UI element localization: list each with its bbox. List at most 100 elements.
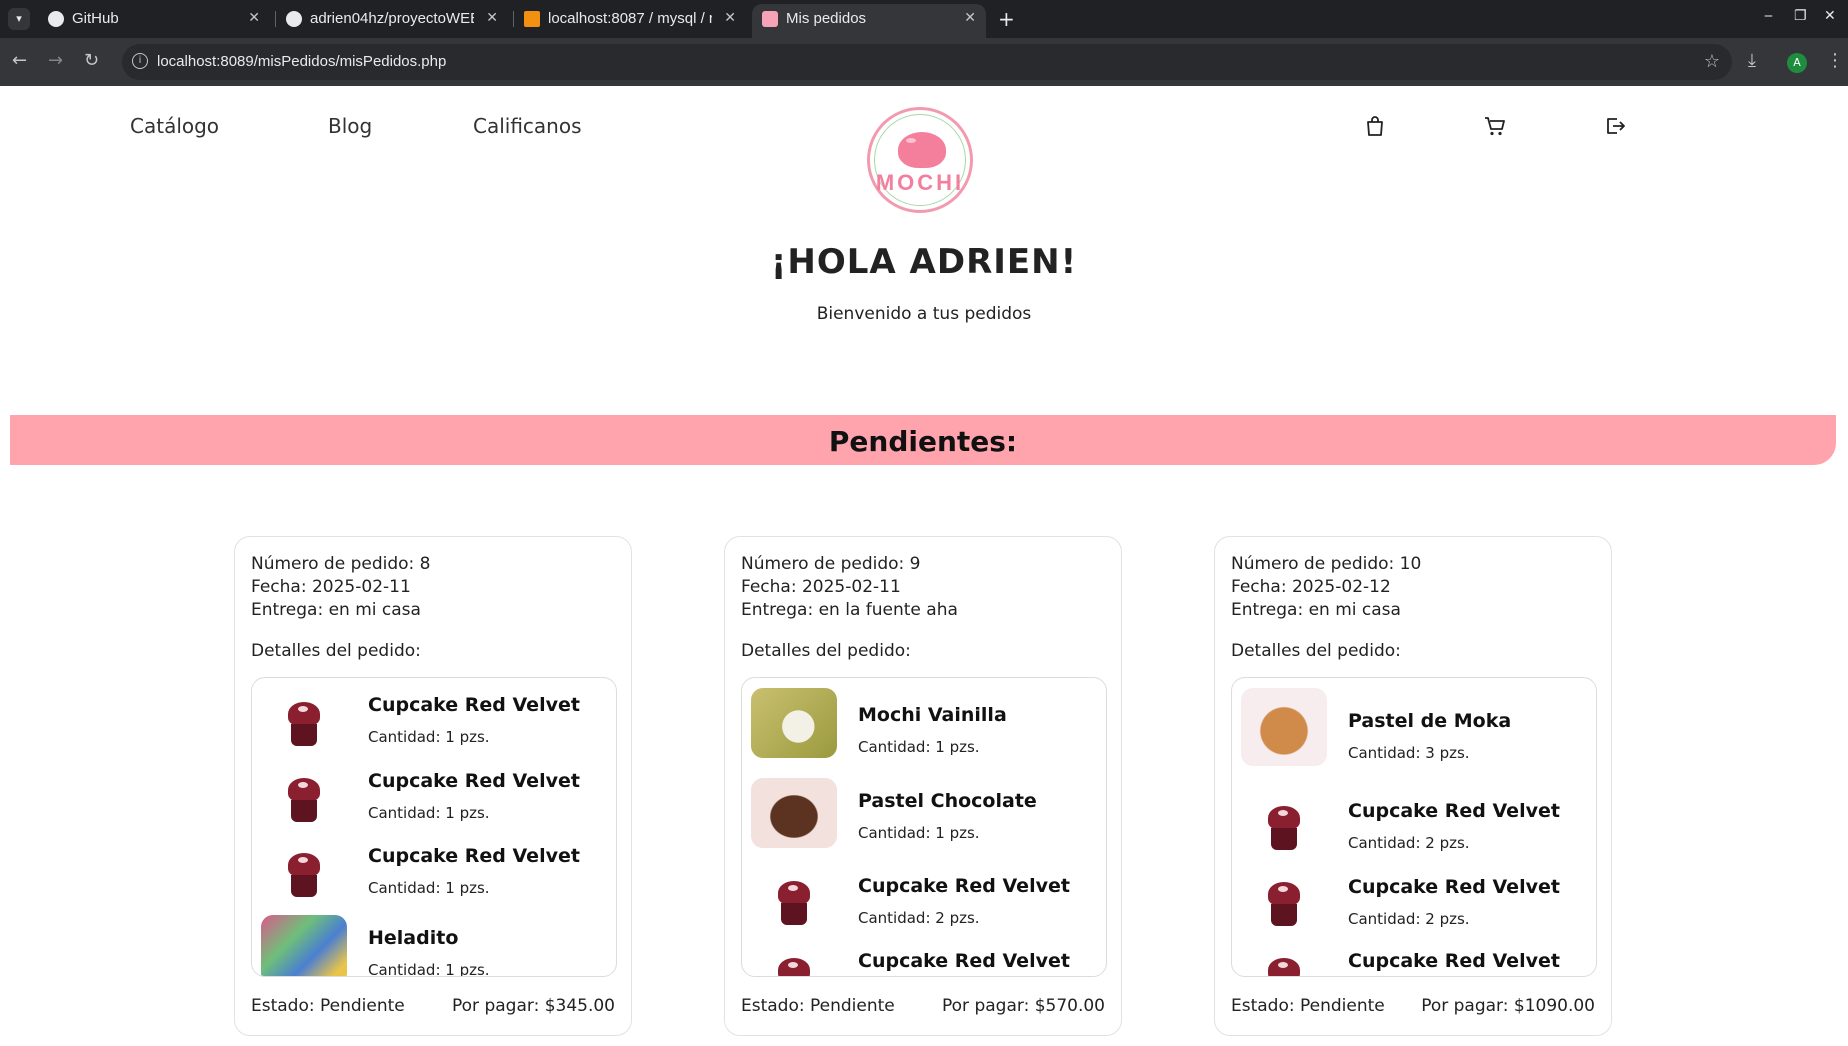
order-card: Número de pedido: 10 Fecha: 2025-02-12 E…	[1214, 536, 1612, 1036]
order-number: Número de pedido: 8	[251, 554, 431, 574]
order-meta: Número de pedido: 8 Fecha: 2025-02-11 En…	[251, 553, 431, 622]
cupcake-red-velvet-image	[751, 946, 837, 976]
heladito-image	[261, 915, 347, 976]
cupcake-red-velvet-image	[1241, 794, 1327, 864]
profile-avatar[interactable]: A	[1787, 53, 1807, 73]
item-quantity: Cantidad: 2 pzs.	[1348, 910, 1470, 928]
tab-github[interactable]: GitHub ✕	[38, 0, 270, 38]
cupcake-red-velvet-image	[1241, 946, 1327, 976]
item-quantity: Cantidad: 1 pzs.	[368, 804, 490, 822]
close-tab-icon[interactable]: ✕	[248, 9, 260, 26]
order-item: Heladito Cantidad: 1 pzs.	[252, 915, 616, 977]
close-tab-icon[interactable]: ✕	[964, 9, 976, 26]
item-name: Cupcake Red Velvet	[368, 770, 580, 792]
close-window-icon[interactable]: ✕	[1824, 8, 1836, 24]
tab-repo[interactable]: adrien04hz/proyectoWEB ✕	[276, 0, 508, 38]
order-to-pay: Por pagar: $1090.00	[1421, 996, 1595, 1016]
mochi-face-icon	[898, 132, 946, 168]
item-name: Mochi Vainilla	[858, 704, 1007, 726]
item-name: Pastel de Moka	[1348, 710, 1512, 732]
order-item: Cupcake Red Velvet Cantidad: 2 pzs.	[742, 863, 1106, 933]
cupcake-red-velvet-image	[751, 869, 837, 939]
order-item: Mochi Vainilla Cantidad: 1 pzs.	[742, 688, 1106, 758]
order-status: Estado: Pendiente	[1231, 996, 1385, 1016]
item-name: Cupcake Red Velvet	[858, 875, 1070, 897]
github-icon	[48, 11, 64, 27]
logout-icon[interactable]	[1603, 114, 1627, 138]
bookmark-star-icon[interactable]: ☆	[1704, 51, 1720, 72]
item-quantity: Cantidad: 1 pzs.	[858, 824, 980, 842]
download-icon[interactable]: ⤓	[1748, 50, 1756, 71]
item-quantity: Cantidad: 1 pzs.	[368, 879, 490, 897]
order-item: Pastel de Moka Cantidad: 3 pzs.	[1232, 688, 1596, 766]
new-tab-plus-icon[interactable]: +	[998, 7, 1015, 31]
order-number: Número de pedido: 9	[741, 554, 921, 574]
order-item: Pastel Chocolate Cantidad: 1 pzs.	[742, 778, 1106, 848]
close-tab-icon[interactable]: ✕	[724, 9, 736, 26]
item-name: Cupcake Red Velvet	[1348, 950, 1560, 972]
tab-phpmyadmin[interactable]: localhost:8087 / mysql / r ✕	[514, 0, 746, 38]
order-status: Estado: Pendiente	[251, 996, 405, 1016]
order-delivery: Entrega: en mi casa	[1231, 600, 1401, 620]
order-items-list[interactable]: Mochi Vainilla Cantidad: 1 pzs. Pastel C…	[741, 677, 1107, 977]
mochi-favicon-icon	[762, 11, 778, 27]
item-name: Cupcake Red Velvet	[1348, 876, 1560, 898]
forward-arrow-icon[interactable]: →	[48, 50, 63, 71]
order-date: Fecha: 2025-02-11	[251, 577, 411, 597]
site-info-icon[interactable]: i	[132, 53, 148, 69]
nav-catalogo-link[interactable]: Catálogo	[130, 114, 219, 138]
restore-icon[interactable]: ❐	[1794, 8, 1807, 24]
shopping-bag-icon[interactable]	[1363, 114, 1387, 138]
address-bar[interactable]: i localhost:8089/misPedidos/misPedidos.p…	[122, 44, 1732, 80]
order-items-list[interactable]: Pastel de Moka Cantidad: 3 pzs. Cupcake …	[1231, 677, 1597, 977]
back-arrow-icon[interactable]: ←	[12, 50, 27, 71]
greeting-title: ¡HOLA ADRIEN!	[770, 242, 1078, 282]
item-quantity: Cantidad: 2 pzs.	[858, 909, 980, 927]
item-name: Cupcake Red Velvet	[858, 950, 1070, 972]
item-quantity: Cantidad: 3 pzs.	[1348, 744, 1470, 762]
pending-section-banner: Pendientes:	[10, 415, 1836, 465]
greeting-subtitle: Bienvenido a tus pedidos	[816, 304, 1032, 324]
nav-calificanos-link[interactable]: Calificanos	[473, 114, 582, 138]
browser-tab-strip: ▾ GitHub ✕ adrien04hz/proyectoWEB ✕ loca…	[0, 0, 1848, 38]
order-delivery: Entrega: en mi casa	[251, 600, 421, 620]
order-items-list[interactable]: Cupcake Red Velvet Cantidad: 1 pzs. Cupc…	[251, 677, 617, 977]
order-card: Número de pedido: 9 Fecha: 2025-02-11 En…	[724, 536, 1122, 1036]
logo-word: MOCHI	[875, 170, 965, 195]
minimize-icon[interactable]: ‒	[1764, 8, 1773, 24]
order-to-pay: Por pagar: $570.00	[942, 996, 1105, 1016]
nav-blog-link[interactable]: Blog	[328, 114, 372, 138]
kebab-menu-icon[interactable]: ⋮	[1826, 50, 1844, 71]
order-date: Fecha: 2025-02-11	[741, 577, 901, 597]
github-icon	[286, 11, 302, 27]
cart-icon[interactable]	[1483, 114, 1507, 138]
cupcake-red-velvet-image	[1241, 870, 1327, 940]
order-details-label: Detalles del pedido:	[741, 641, 911, 661]
cupcake-red-velvet-image	[261, 841, 347, 911]
item-quantity: Cantidad: 1 pzs.	[368, 728, 490, 746]
order-card: Número de pedido: 8 Fecha: 2025-02-11 En…	[234, 536, 632, 1036]
cupcake-red-velvet-image	[261, 690, 347, 760]
order-item: Cupcake Red Velvet Cantidad: 1 pzs.	[252, 760, 616, 830]
order-status: Estado: Pendiente	[741, 996, 895, 1016]
item-name: Cupcake Red Velvet	[1348, 800, 1560, 822]
tab-search-chevron-icon[interactable]: ▾	[8, 8, 30, 30]
close-tab-icon[interactable]: ✕	[486, 9, 498, 26]
order-item: Cupcake Red Velvet	[742, 940, 1106, 976]
order-item: Cupcake Red Velvet Cantidad: 2 pzs.	[1232, 788, 1596, 858]
address-url[interactable]: localhost:8089/misPedidos/misPedidos.php	[157, 53, 446, 70]
order-item: Cupcake Red Velvet Cantidad: 2 pzs.	[1232, 864, 1596, 934]
item-quantity: Cantidad: 2 pzs.	[1348, 834, 1470, 852]
reload-icon[interactable]: ↻	[84, 50, 99, 71]
order-date: Fecha: 2025-02-12	[1231, 577, 1391, 597]
tab-mis-pedidos[interactable]: Mis pedidos ✕	[752, 4, 986, 38]
mochi-logo[interactable]: MOCHI	[867, 107, 973, 213]
order-delivery: Entrega: en la fuente aha	[741, 600, 958, 620]
order-number: Número de pedido: 10	[1231, 554, 1422, 574]
order-meta: Número de pedido: 10 Fecha: 2025-02-12 E…	[1231, 553, 1421, 622]
item-quantity: Cantidad: 1 pzs.	[858, 738, 980, 756]
browser-toolbar: ← → ↻ i localhost:8089/misPedidos/misPed…	[0, 38, 1848, 86]
cupcake-red-velvet-image	[261, 766, 347, 836]
pastel-de-moka-image	[1241, 688, 1327, 766]
item-quantity: Cantidad: 1 pzs.	[368, 961, 490, 977]
